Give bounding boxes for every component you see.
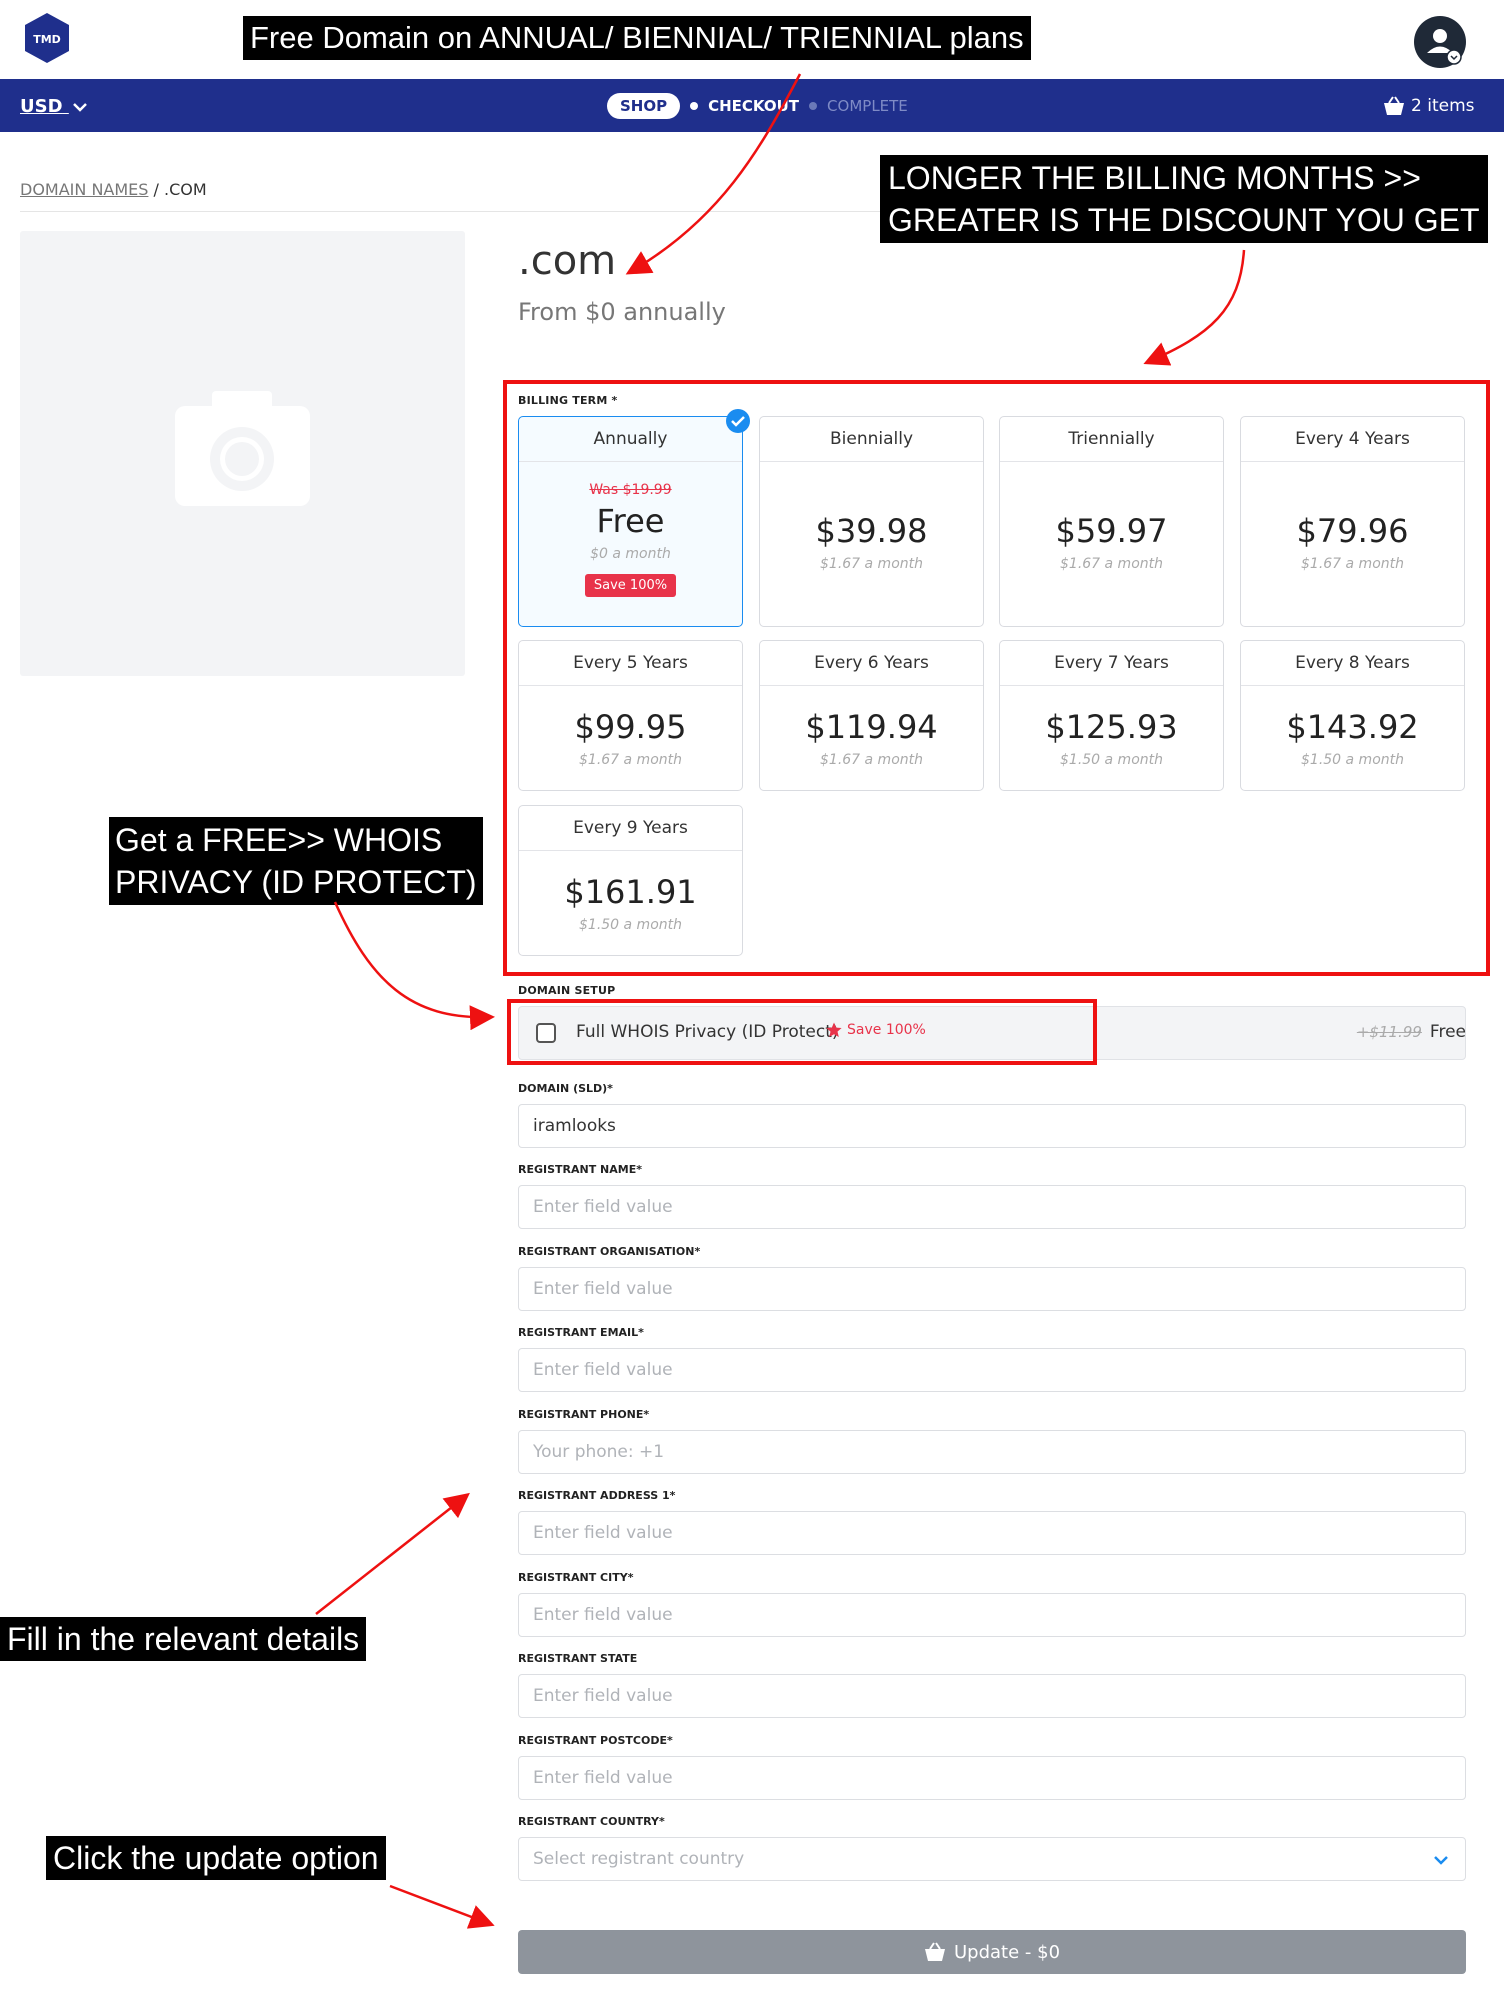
billing-highlight-box: [503, 380, 1490, 976]
breadcrumb-domain-names[interactable]: DOMAIN NAMES: [20, 180, 148, 199]
registrant-phone-input[interactable]: Your phone: +1: [518, 1430, 1466, 1474]
step-complete: COMPLETE: [827, 97, 908, 115]
divider: [20, 211, 880, 212]
whois-old-price-value: $11.99: [1369, 1023, 1422, 1041]
annotation-free-domain: Free Domain on ANNUAL/ BIENNIAL/ TRIENNI…: [243, 16, 1031, 60]
registrant-name-input[interactable]: Enter field value: [518, 1185, 1466, 1229]
tmd-logo[interactable]: TMD: [20, 11, 74, 65]
basket-icon: [924, 1942, 945, 1961]
arrow-fill-details: [315, 1492, 470, 1615]
svg-text:TMD: TMD: [33, 33, 61, 46]
registrant-state-label: REGISTRANT STATE: [518, 1652, 638, 1665]
step-dot: [690, 102, 699, 110]
registrant-name-label: REGISTRANT NAME*: [518, 1163, 642, 1176]
registrant-phone-label: REGISTRANT PHONE*: [518, 1408, 650, 1421]
product-image-placeholder: [20, 231, 465, 676]
registrant-city-input[interactable]: Enter field value: [518, 1593, 1466, 1637]
registrant-address-input[interactable]: Enter field value: [518, 1511, 1466, 1555]
registrant-country-select[interactable]: Select registrant country: [518, 1837, 1466, 1881]
annotation-whois-line-2: PRIVACY (ID PROTECT): [115, 864, 477, 900]
cart-count: 2 items: [1411, 96, 1475, 116]
whois-price: +$11.99 Free: [1357, 1022, 1466, 1042]
camera-icon: [175, 391, 310, 506]
arrow-billing: [1143, 249, 1246, 366]
annotation-longer-line-1: LONGER THE BILLING MONTHS >>: [888, 160, 1421, 196]
basket-icon: [1384, 96, 1404, 115]
registrant-city-label: REGISTRANT CITY*: [518, 1571, 634, 1584]
whois-old-price: +$11.99: [1356, 1023, 1422, 1041]
product-title: .com: [518, 238, 617, 284]
product-subtitle: From $0 annually: [518, 298, 726, 326]
chevron-down-icon: [72, 103, 87, 112]
arrow-whois: [333, 901, 495, 1031]
registrant-org-input[interactable]: Enter field value: [518, 1267, 1466, 1311]
annotation-whois: Get a FREE>> WHOIS PRIVACY (ID PROTECT): [109, 817, 483, 905]
breadcrumb-separator: /: [153, 180, 159, 199]
step-dot: [809, 102, 818, 110]
breadcrumb: DOMAIN NAMES / .COM: [20, 180, 207, 199]
breadcrumb-current: .COM: [164, 180, 207, 199]
annotation-longer-billing: LONGER THE BILLING MONTHS >> GREATER IS …: [880, 155, 1488, 243]
chevron-down-icon: [1434, 1856, 1448, 1865]
checkout-steps: SHOP CHECKOUT COMPLETE: [607, 92, 908, 120]
cart-button[interactable]: 2 items: [1383, 96, 1474, 116]
sld-input[interactable]: iramlooks: [518, 1104, 1466, 1148]
registrant-email-label: REGISTRANT EMAIL*: [518, 1326, 644, 1339]
country-placeholder: Select registrant country: [533, 1849, 745, 1869]
registrant-state-input[interactable]: Enter field value: [518, 1674, 1466, 1718]
annotation-fill-details: Fill in the relevant details: [0, 1617, 367, 1661]
currency-selector[interactable]: USD: [20, 96, 87, 117]
registrant-postcode-input[interactable]: Enter field value: [518, 1756, 1466, 1800]
registrant-country-label: REGISTRANT COUNTRY*: [518, 1815, 665, 1828]
annotation-click-update: Click the update option: [46, 1836, 386, 1880]
update-button[interactable]: Update - $0: [518, 1930, 1466, 1974]
update-button-label: Update - $0: [953, 1941, 1061, 1963]
registrant-postcode-label: REGISTRANT POSTCODE*: [518, 1734, 673, 1747]
step-checkout: CHECKOUT: [708, 97, 800, 115]
registrant-email-input[interactable]: Enter field value: [518, 1348, 1466, 1392]
arrow-click-update: [389, 1884, 495, 1929]
whois-new-price: Free: [1429, 1022, 1466, 1042]
domain-setup-label: DOMAIN SETUP: [518, 984, 616, 997]
annotation-longer-line-2: GREATER IS THE DISCOUNT YOU GET: [888, 202, 1480, 238]
registrant-address-label: REGISTRANT ADDRESS 1*: [518, 1489, 676, 1502]
registrant-org-label: REGISTRANT ORGANISATION*: [518, 1245, 701, 1258]
step-shop[interactable]: SHOP: [607, 93, 681, 119]
annotation-whois-line-1: Get a FREE>> WHOIS: [115, 822, 443, 858]
user-avatar-icon[interactable]: [1414, 16, 1466, 68]
currency-label: USD: [20, 96, 63, 117]
whois-highlight-box: [507, 999, 1097, 1065]
sld-label: DOMAIN (SLD)*: [518, 1082, 613, 1095]
